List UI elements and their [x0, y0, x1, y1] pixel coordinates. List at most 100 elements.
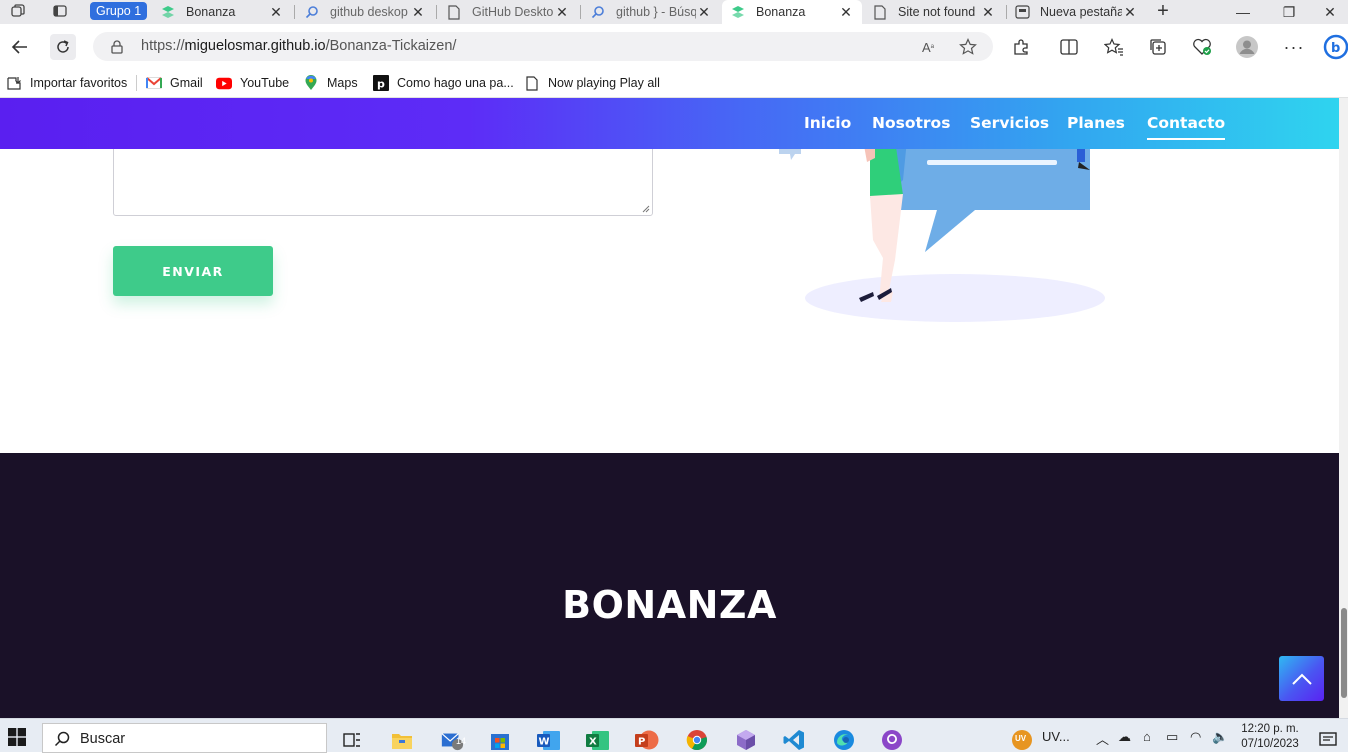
import-favorites-icon: [6, 75, 22, 91]
tab-bonanza-active[interactable]: Bonanza ✕: [722, 0, 862, 24]
tab-nueva-pestana[interactable]: Nueva pestaña ✕: [1014, 0, 1146, 24]
favorite-label: Now playing Play all: [548, 76, 660, 90]
battery-icon[interactable]: ▭: [1166, 729, 1178, 745]
profile-badge-icon[interactable]: UV: [1010, 728, 1034, 752]
notifications-icon[interactable]: [1316, 728, 1340, 752]
url-path: /Bonanza-Tickaizen/: [325, 38, 457, 54]
close-tab-icon[interactable]: ✕: [696, 4, 712, 21]
file-explorer-icon[interactable]: [390, 728, 414, 752]
tray-chevron-up-icon[interactable]: ︿: [1096, 729, 1109, 748]
nav-link-planes[interactable]: Planes: [1067, 114, 1125, 132]
close-tab-icon[interactable]: ✕: [268, 4, 284, 21]
clock-date: 07/10/2023: [1241, 738, 1299, 750]
copilot-icon[interactable]: b: [1321, 34, 1348, 60]
page-icon: [446, 4, 462, 20]
favorite-label: Importar favoritos: [30, 76, 128, 90]
svg-text:P: P: [638, 737, 645, 748]
tab-separator: [580, 5, 581, 19]
task-view-icon[interactable]: [340, 728, 364, 752]
send-button[interactable]: ENVIAR: [113, 246, 273, 296]
tab-site-not-found[interactable]: Site not found ✕: [872, 0, 1004, 24]
close-window-icon[interactable]: ✕: [1312, 0, 1348, 24]
tab-group-label[interactable]: Grupo 1: [90, 2, 148, 20]
svg-text:b: b: [1331, 41, 1340, 56]
favorite-youtube[interactable]: YouTube: [216, 73, 289, 93]
vscode-icon[interactable]: [782, 728, 806, 752]
favorites-bar: Importar favoritos Gmail YouTube Maps p …: [0, 68, 1348, 98]
nav-link-contacto[interactable]: Contacto: [1147, 114, 1226, 140]
split-screen-icon[interactable]: [1056, 34, 1082, 60]
settings-more-icon[interactable]: ···: [1281, 34, 1307, 60]
back-to-top-button[interactable]: [1279, 656, 1324, 701]
powerpoint-icon[interactable]: P: [635, 728, 659, 752]
favorite-importar[interactable]: Importar favoritos: [6, 73, 127, 93]
minimize-icon[interactable]: —: [1220, 0, 1266, 24]
system-clock[interactable]: 12:20 p. m. 07/10/2023: [1237, 722, 1303, 753]
favorite-now-playing[interactable]: Now playing Play all: [524, 73, 660, 93]
favorite-maps[interactable]: Maps: [303, 73, 358, 93]
edge-icon[interactable]: [832, 728, 856, 752]
github-desktop-icon[interactable]: [734, 728, 758, 752]
lock-icon[interactable]: [107, 37, 127, 57]
usb-device-icon[interactable]: ⌂: [1143, 729, 1151, 744]
resize-grip-icon[interactable]: [642, 205, 650, 213]
back-icon[interactable]: [7, 34, 33, 60]
volume-icon[interactable]: 🔈: [1212, 729, 1228, 745]
page-scrollbar[interactable]: [1339, 98, 1348, 718]
favorite-gmail[interactable]: Gmail: [146, 73, 203, 93]
workspaces-icon[interactable]: [8, 2, 28, 20]
page-viewport: ENVIAR Inicio Nosotros Servicios Planes …: [0, 98, 1339, 718]
tab-github-desktop[interactable]: GitHub Deskto ✕: [446, 0, 578, 24]
windows-start-icon[interactable]: [5, 725, 29, 749]
tab-bonanza-1[interactable]: Bonanza ✕: [160, 0, 292, 24]
url-text[interactable]: https://miguelosmar.github.io/Bonanza-Ti…: [141, 38, 456, 54]
bonanza-logo-icon: [730, 4, 746, 20]
favorite-label: Como hago una pa...: [397, 76, 514, 90]
extensions-icon[interactable]: [1008, 34, 1034, 60]
favorites-icon[interactable]: [1101, 34, 1127, 60]
tab-actions-icon[interactable]: [50, 2, 70, 20]
onedrive-cloud-icon[interactable]: ☁: [1118, 729, 1131, 745]
word-icon[interactable]: W: [537, 728, 561, 752]
message-textarea[interactable]: [113, 138, 653, 216]
close-tab-icon[interactable]: ✕: [980, 4, 996, 21]
excel-icon[interactable]: X: [586, 728, 610, 752]
taskbar-search[interactable]: Buscar: [42, 723, 327, 753]
scrollbar-thumb[interactable]: [1341, 608, 1347, 698]
taskbar-search-label: Buscar: [80, 731, 126, 747]
close-tab-icon[interactable]: ✕: [838, 4, 854, 21]
favorite-como-hago[interactable]: p Como hago una pa...: [373, 73, 514, 93]
restore-icon[interactable]: ❐: [1266, 0, 1312, 24]
browser-essentials-icon[interactable]: [1189, 34, 1215, 60]
tab-title: Bonanza: [756, 5, 806, 19]
favorite-label: YouTube: [240, 76, 290, 90]
refresh-icon[interactable]: [50, 34, 76, 60]
profile-label[interactable]: UV...: [1042, 729, 1070, 744]
search-icon: [590, 4, 606, 20]
close-tab-icon[interactable]: ✕: [554, 4, 570, 21]
favorite-star-icon[interactable]: [958, 37, 978, 57]
wifi-icon[interactable]: ◠: [1190, 729, 1201, 745]
mail-app-icon[interactable]: 14: [440, 728, 466, 752]
collections-icon[interactable]: [1145, 34, 1171, 60]
nav-link-inicio[interactable]: Inicio: [804, 114, 851, 132]
microsoft-store-icon[interactable]: [488, 728, 512, 752]
page-icon: [872, 4, 888, 20]
chrome-icon[interactable]: [685, 728, 709, 752]
site-footer: BONANZA: [0, 453, 1339, 718]
github-icon[interactable]: [880, 728, 904, 752]
address-bar[interactable]: https://miguelosmar.github.io/Bonanza-Ti…: [93, 32, 993, 61]
chevron-up-icon: [1291, 673, 1312, 685]
nav-link-servicios[interactable]: Servicios: [970, 114, 1049, 132]
nav-link-nosotros[interactable]: Nosotros: [872, 114, 950, 132]
close-tab-icon[interactable]: ✕: [1122, 4, 1138, 21]
tab-title: Site not found: [898, 5, 976, 19]
new-tab-plus-icon[interactable]: +: [1153, 0, 1173, 22]
windows-taskbar: Buscar 14 W X P UV UV... ︿ ☁ ⌂ ▭ ◠ 🔈 12:…: [0, 718, 1348, 753]
profile-avatar-icon[interactable]: [1234, 34, 1260, 60]
favorite-label: Maps: [327, 76, 358, 90]
close-tab-icon[interactable]: ✕: [410, 4, 426, 21]
read-aloud-icon[interactable]: Aᵃ: [918, 37, 938, 57]
tab-github-deskop[interactable]: github deskop ✕: [304, 0, 434, 24]
tab-github-busqueda[interactable]: github } - Búsq ✕: [590, 0, 720, 24]
